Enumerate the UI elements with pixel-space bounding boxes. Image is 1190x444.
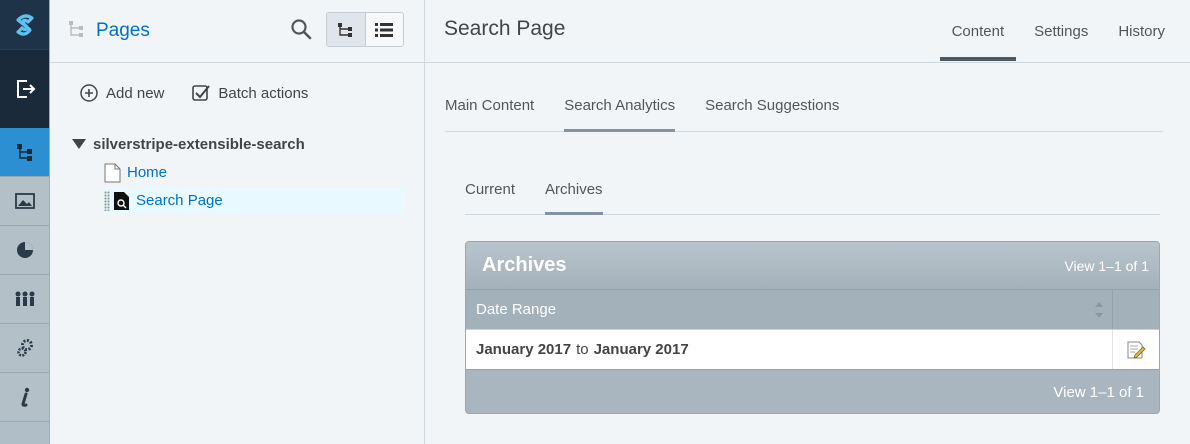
tab-history[interactable]: History (1106, 0, 1177, 63)
content-sub-tabs: Main Content Search Analytics Search Sug… (445, 84, 1163, 132)
main-header: Search Page Content Settings History (425, 0, 1190, 63)
page-icon (104, 163, 121, 182)
info-icon[interactable] (0, 373, 49, 422)
grid-count-bottom: View 1–1 of 1 (1053, 383, 1144, 401)
grid-footer: View 1–1 of 1 (466, 369, 1159, 413)
batch-actions-label: Batch actions (218, 84, 309, 102)
tree-actions: Add new Batch actions (80, 84, 308, 102)
settings-gears-icon[interactable] (0, 324, 49, 373)
top-tabs: Content Settings History (934, 0, 1190, 63)
add-new-label: Add new (106, 84, 165, 102)
drag-handle-icon[interactable] (104, 190, 110, 211)
table-row[interactable]: January 2017 to January 2017 (466, 329, 1159, 369)
grid-header-row: Date Range (466, 289, 1159, 329)
tab-content[interactable]: Content (939, 0, 1017, 63)
tab-current[interactable]: Current (465, 168, 515, 214)
add-new-button[interactable]: Add new (80, 84, 164, 102)
main-content-panel: Search Page Content Settings History Mai… (425, 0, 1190, 444)
site-tree: silverstripe-extensible-search Home Sear… (72, 134, 407, 214)
tree-node-label: Search Page (136, 192, 223, 209)
plus-circle-icon (80, 84, 98, 102)
grid-title: Archives (482, 254, 567, 276)
date-from: January 2017 (476, 341, 572, 358)
reports-pie-icon[interactable] (0, 226, 49, 275)
search-icon[interactable] (290, 18, 312, 40)
pages-tree-icon[interactable] (0, 128, 49, 177)
silverstripe-logo-icon[interactable] (0, 0, 49, 49)
tree-node-home[interactable]: Home (104, 159, 167, 186)
view-mode-toggle (326, 12, 404, 47)
tree-panel-title: Pages (96, 20, 150, 41)
grid-title-bar: Archives View 1–1 of 1 (466, 242, 1159, 289)
page-title: Search Page (444, 17, 566, 40)
site-tree-icon (68, 20, 86, 43)
image-icon[interactable] (0, 177, 49, 226)
grid-count-top: View 1–1 of 1 (1064, 257, 1149, 274)
tree-view-button[interactable] (327, 13, 366, 46)
tab-search-suggestions[interactable]: Search Suggestions (705, 84, 839, 131)
date-range-cell: January 2017 to January 2017 (466, 330, 1113, 369)
tree-header: Pages (50, 0, 424, 63)
tree-node-search-page[interactable]: Search Page (104, 187, 404, 214)
archives-grid: Archives View 1–1 of 1 Date Range Januar… (465, 241, 1160, 414)
tree-node-label: Home (127, 164, 168, 181)
tree-root-node[interactable]: silverstripe-extensible-search (72, 134, 407, 154)
column-header-date-range[interactable]: Date Range (466, 290, 1113, 329)
batch-actions-button[interactable]: Batch actions (192, 84, 308, 102)
tree-root-label: silverstripe-extensible-search (93, 135, 305, 153)
date-to: January 2017 (593, 341, 689, 358)
column-header-label: Date Range (476, 301, 557, 318)
list-view-button[interactable] (366, 13, 404, 46)
logout-icon[interactable] (0, 49, 49, 128)
date-to-word: to (576, 341, 589, 358)
analytics-tabs: Current Archives (465, 168, 1160, 215)
tab-main-content[interactable]: Main Content (445, 84, 534, 131)
actions-column-header (1113, 290, 1159, 329)
checkbox-icon (192, 85, 211, 101)
users-icon[interactable] (0, 275, 49, 324)
tab-search-analytics[interactable]: Search Analytics (564, 84, 675, 132)
tab-archives[interactable]: Archives (545, 168, 603, 215)
sort-arrows-icon[interactable] (1094, 300, 1104, 320)
search-page-icon (114, 191, 129, 210)
site-tree-panel: Pages Add new Batch actions silverstripe… (50, 0, 425, 444)
edit-icon[interactable] (1113, 330, 1159, 369)
tab-settings[interactable]: Settings (1022, 0, 1100, 63)
cms-menu (0, 0, 50, 444)
collapse-triangle-icon[interactable] (72, 139, 86, 149)
